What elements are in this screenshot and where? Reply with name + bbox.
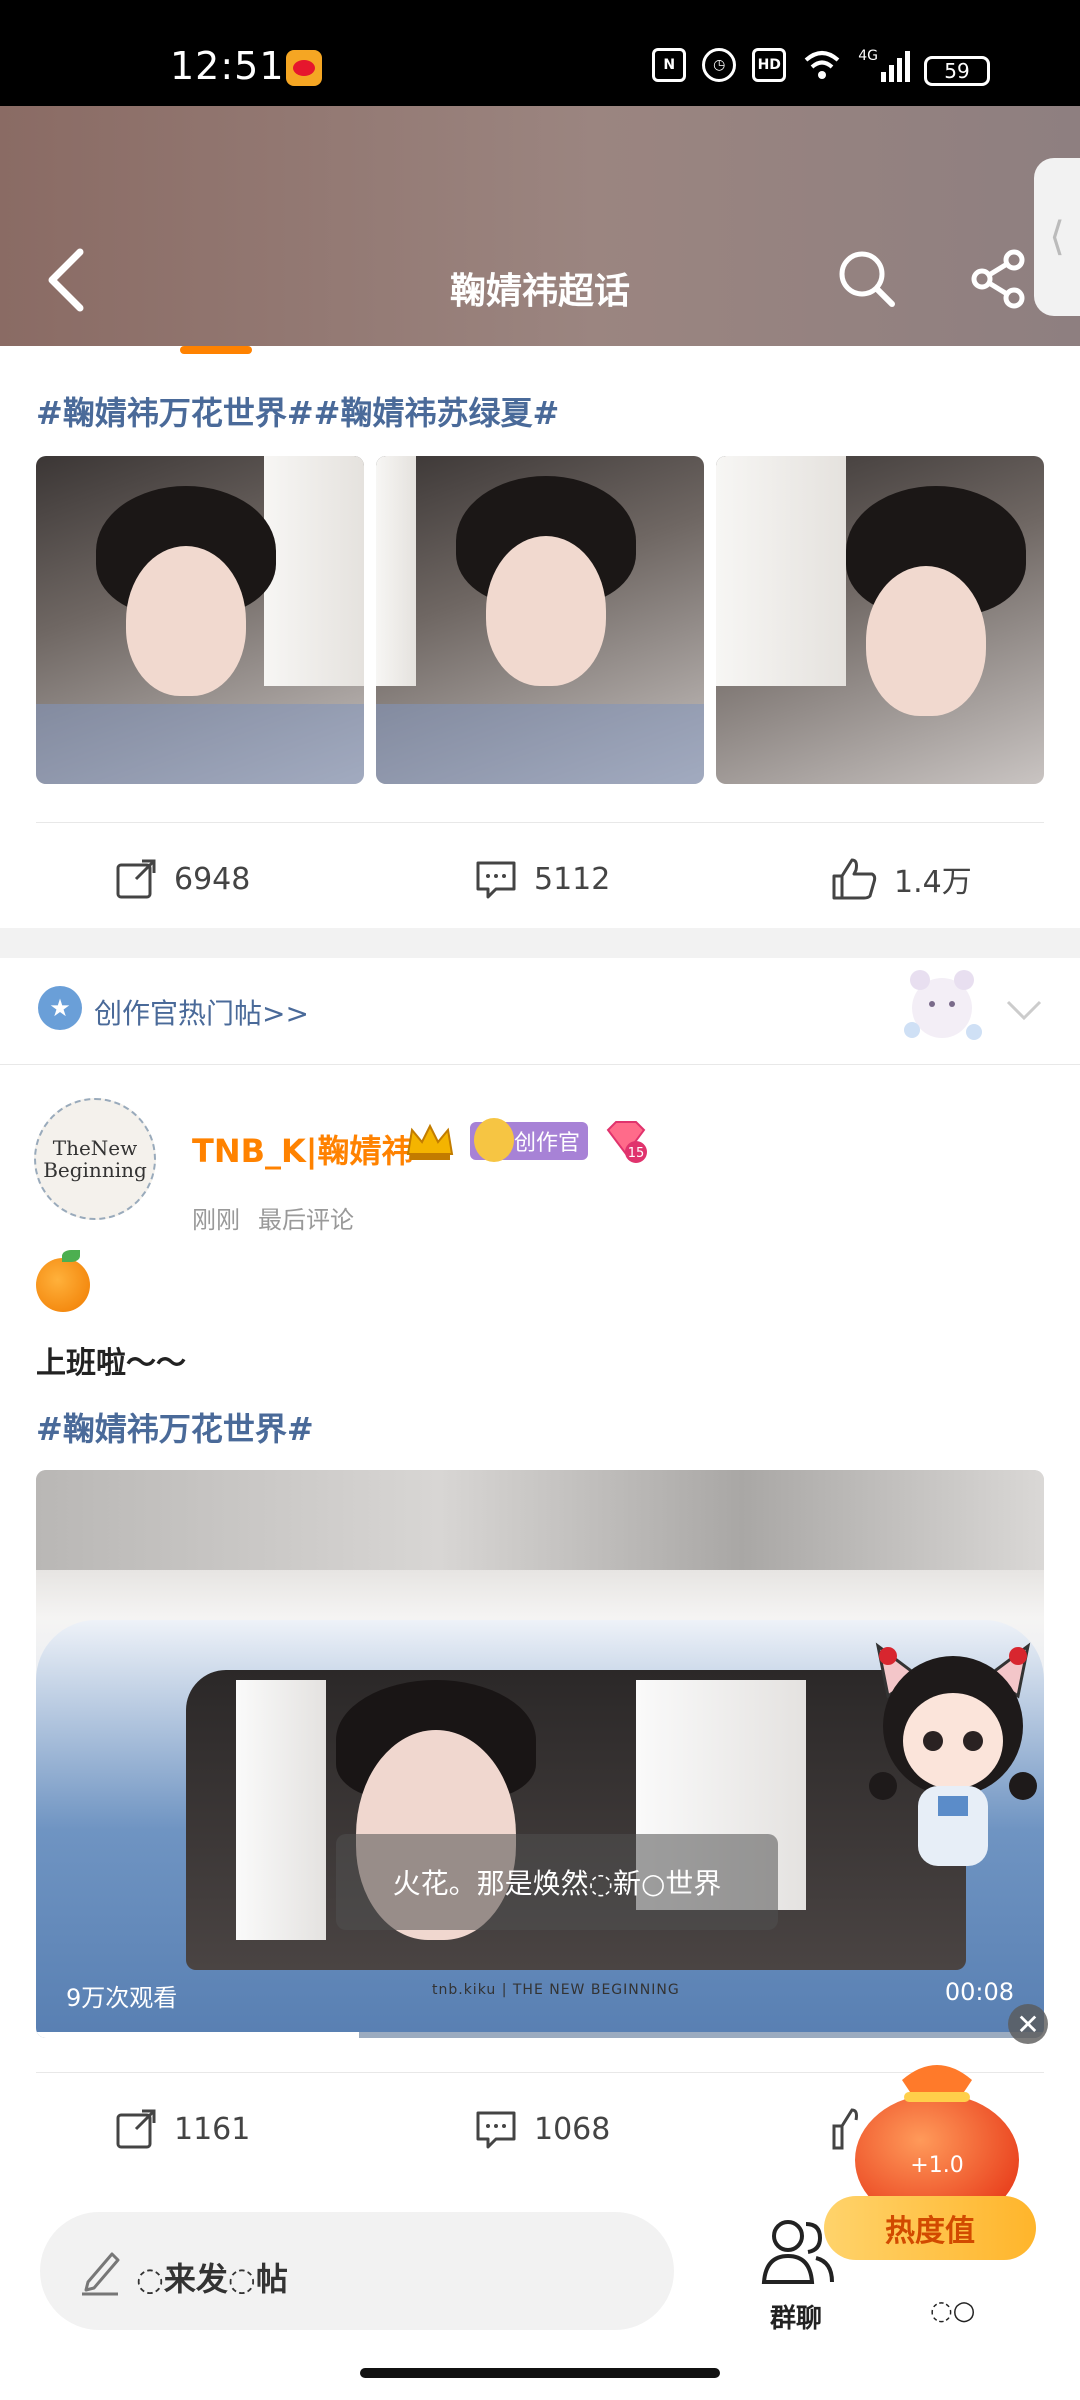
section-separator [0,928,1080,958]
comment-count: 5112 [534,861,611,897]
page-title: 鞠婧祎超话 [449,271,630,312]
heat-value-button[interactable]: 热度值 [824,2196,1036,2260]
thumbs-up-icon [832,858,877,900]
post-text: 上班啦～～ [36,1346,186,1381]
like-button[interactable]: 1.4万 [830,834,972,924]
level-sub-label: ◌○ [930,2296,976,2326]
repost-count: 6948 [174,861,251,897]
divider [36,822,1044,823]
post-image-3[interactable] [716,456,1044,784]
level-number: 15 [628,1146,645,1161]
post-topics[interactable]: #鞠婧祎万花世界##鞠婧祎苏绿夏# [36,388,559,434]
creator-badge-label: 创作官 [514,1131,581,1156]
status-time: 12:51 [170,44,285,88]
author-name[interactable]: TNB_K|鞠婧祎 [192,1126,414,1172]
comment-button[interactable]: 1068 [474,2084,610,2174]
image-grid [36,456,1044,784]
video-subtitle: 火花。那是焕然◌新○世界 [336,1834,778,1930]
repost-button[interactable]: 1161 [114,2084,250,2174]
creator-hot-posts-label: 创作官热门帖>> [94,997,309,1030]
divider [0,1064,1080,1065]
post-meta: 刚刚 最后评论 [192,1200,354,1235]
video-views: 9万次观看 [66,1984,178,2012]
video-progress-fill [36,2032,359,2038]
compose-label: ◌来发◌帖 [136,2260,288,2298]
post-topic[interactable]: #鞠婧祎万花世界# [36,1404,314,1450]
chibi-character-sticker[interactable] [858,1636,1048,1886]
search-icon[interactable] [836,248,898,310]
post-image-2[interactable] [376,456,704,784]
wifi-icon [804,51,840,79]
avatar-text: TheNew Beginning [43,1136,147,1182]
hd-icon: HD [752,48,787,82]
nfc-icon: N [652,48,687,82]
repost-button[interactable]: 6948 [114,834,250,924]
post1-action-bar: 6948 5112 1.4万 [0,834,1080,924]
repost-icon [116,859,156,899]
network-type-label: 4G [858,48,878,64]
avatar[interactable]: TheNew Beginning [34,1098,156,1220]
4g-signal-icon: 4G [858,48,910,82]
side-drawer-handle[interactable]: ⟨ [1034,158,1080,316]
post-last-comment: 最后评论 [258,1206,354,1234]
creator-star-icon: ★ [38,986,82,1030]
video-duration: 00:08 [944,1978,1014,2006]
close-floating-icon[interactable]: ✕ [1008,2004,1048,2044]
chevron-down-icon[interactable] [1004,990,1044,1030]
creator-badge[interactable]: 创作官 [470,1118,589,1162]
comment-button[interactable]: 5112 [474,834,610,924]
share-icon[interactable] [968,248,1030,310]
like-count: 1.4万 [894,865,972,900]
crown-badge-icon [406,1123,454,1160]
orange-emoji-icon [36,1250,90,1312]
weibo-notification-icon [286,50,322,86]
status-icons: N ◷ HD 4G [652,48,910,82]
post-time: 刚刚 [192,1206,240,1234]
video-watermark: tnb.kiku | THE NEW BEGINNING [432,1982,680,1998]
cartoon-decoration-icon [904,970,982,1040]
repost-icon [116,2109,156,2149]
status-bar: 12:51 N ◷ HD 4G 59 [0,0,1080,106]
alarm-icon: ◷ [702,48,737,82]
pen-icon [82,2252,120,2296]
battery-indicator: 59 [924,56,990,86]
home-indicator [360,2368,720,2378]
comment-icon [476,861,516,899]
bag-label: +1.0 [910,2153,963,2178]
comment-count: 1068 [534,2111,611,2147]
repost-count: 1161 [174,2111,251,2147]
tab-indicator [180,346,252,354]
comment-icon [476,2111,516,2149]
group-chat-label: 群聊 [770,2304,823,2334]
diamond-level-icon: 15 [606,1121,647,1163]
post-image-1[interactable] [36,456,364,784]
creator-hot-posts-row[interactable]: ★ 创作官热门帖>> [0,960,1080,1064]
